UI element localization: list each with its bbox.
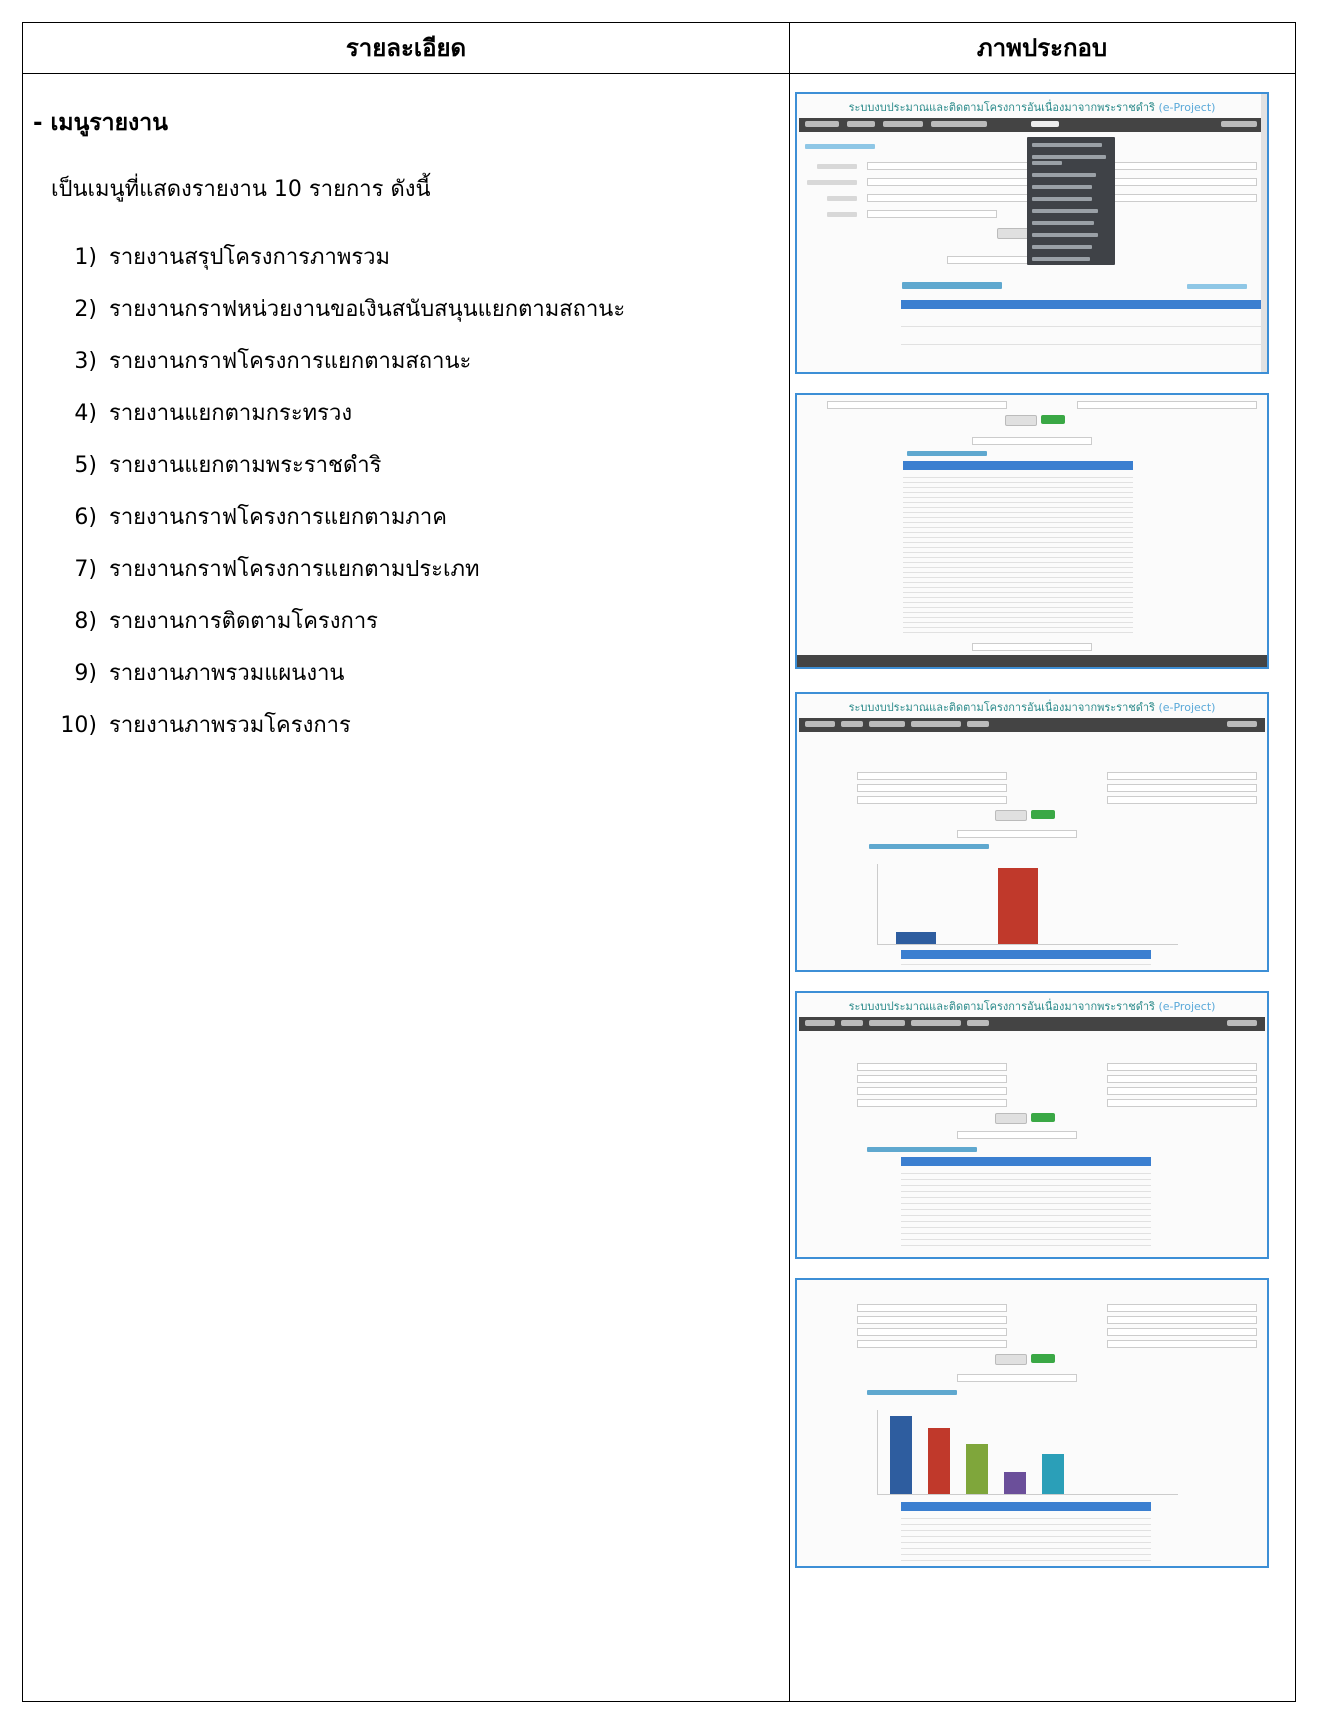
app-title-text: ระบบงบประมาณและติดตามโครงการอันเนื่องมาจ… bbox=[848, 1000, 1155, 1013]
item-label: รายงานกราฟหน่วยงานขอเงินสนับสนุนแยกตามสถ… bbox=[109, 297, 626, 322]
chart-bar bbox=[896, 932, 936, 944]
table-row bbox=[901, 1205, 1151, 1210]
app-title-suffix: (e-Project) bbox=[1158, 1000, 1216, 1013]
item-number: 7) bbox=[74, 557, 97, 582]
intro-text: เป็นเมนูที่แสดงรายงาน 10 รายการ ดังนี้ bbox=[51, 177, 431, 202]
table-row bbox=[901, 1211, 1151, 1216]
item-number: 4) bbox=[74, 401, 97, 426]
item-label: รายงานภาพรวมแผนงาน bbox=[109, 661, 345, 686]
chart-bar bbox=[998, 868, 1038, 944]
table-row bbox=[901, 1169, 1151, 1174]
table-row bbox=[901, 1526, 1151, 1531]
section-title: - เมนูรายงาน bbox=[33, 110, 168, 136]
list-item: 9) รายงานภาพรวมแผนงาน bbox=[33, 648, 773, 700]
table-row bbox=[901, 1514, 1151, 1519]
table-row bbox=[901, 1217, 1151, 1222]
item-number: 10) bbox=[60, 713, 97, 738]
table-row bbox=[901, 1556, 1151, 1561]
screenshot-ministry-report: ระบบงบประมาณและติดตามโครงการอันเนื่องมาจ… bbox=[795, 991, 1269, 1259]
list-item: 6) รายงานกราฟโครงการแยกตามภาค bbox=[33, 492, 773, 544]
screenshot-report-menu: ระบบงบประมาณและติดตามโครงการอันเนื่องมาจ… bbox=[795, 92, 1269, 374]
table-row bbox=[901, 1235, 1151, 1240]
item-number: 3) bbox=[74, 349, 97, 374]
item-number: 6) bbox=[74, 505, 97, 530]
item-label: รายงานกราฟโครงการแยกตามภาค bbox=[109, 505, 447, 530]
table-row bbox=[903, 628, 1133, 633]
list-item: 1) รายงานสรุปโครงการภาพรวม bbox=[33, 232, 773, 284]
list-item: 4) รายงานแยกตามกระทรวง bbox=[33, 388, 773, 440]
table-row bbox=[901, 1187, 1151, 1192]
list-item: 5) รายงานแยกตามพระราชดำริ bbox=[33, 440, 773, 492]
list-item: 8) รายงานการติดตามโครงการ bbox=[33, 596, 773, 648]
app-title-suffix: (e-Project) bbox=[1158, 701, 1216, 714]
header-divider bbox=[23, 73, 1295, 74]
screenshot-status-chart: ระบบงบประมาณและติดตามโครงการอันเนื่องมาจ… bbox=[795, 692, 1269, 972]
item-label: รายงานการติดตามโครงการ bbox=[109, 609, 378, 634]
item-label: รายงานแยกตามพระราชดำริ bbox=[109, 453, 382, 478]
report-dropdown-menu bbox=[1027, 137, 1115, 265]
screenshot-navbar bbox=[799, 1017, 1265, 1031]
chart-bar bbox=[928, 1428, 950, 1494]
item-number: 8) bbox=[74, 609, 97, 634]
item-number: 9) bbox=[74, 661, 97, 686]
table-row bbox=[901, 1532, 1151, 1537]
table-row bbox=[901, 1520, 1151, 1525]
chart-bar bbox=[966, 1444, 988, 1494]
screenshot-app-title: ระบบงบประมาณและติดตามโครงการอันเนื่องมาจ… bbox=[797, 94, 1267, 118]
list-item: 10) รายงานภาพรวมโครงการ bbox=[33, 700, 773, 752]
column-divider bbox=[789, 23, 790, 1701]
screenshot-region-chart bbox=[795, 1278, 1269, 1568]
app-title-text: ระบบงบประมาณและติดตามโครงการอันเนื่องมาจ… bbox=[848, 101, 1155, 114]
item-number: 2) bbox=[74, 297, 97, 322]
item-label: รายงานกราฟโครงการแยกตามสถานะ bbox=[109, 349, 472, 374]
table-row bbox=[901, 1199, 1151, 1204]
item-label: รายงานกราฟโครงการแยกตามประเภท bbox=[109, 557, 480, 582]
table-row bbox=[901, 1538, 1151, 1543]
item-number: 5) bbox=[74, 453, 97, 478]
item-label: รายงานภาพรวมโครงการ bbox=[109, 713, 351, 738]
screenshot-summary-report bbox=[795, 393, 1269, 669]
screenshot-app-title: ระบบงบประมาณและติดตามโครงการอันเนื่องมาจ… bbox=[797, 993, 1267, 1017]
table-row bbox=[901, 1193, 1151, 1198]
table-row bbox=[901, 1550, 1151, 1555]
item-number: 1) bbox=[74, 245, 97, 270]
screenshot-navbar bbox=[799, 118, 1265, 132]
table-row bbox=[901, 1544, 1151, 1549]
report-menu-list: 1) รายงานสรุปโครงการภาพรวม 2) รายงานกราฟหน… bbox=[33, 232, 773, 752]
item-label: รายงานแยกตามกระทรวง bbox=[109, 401, 353, 426]
table-row bbox=[901, 1181, 1151, 1186]
app-title-suffix: (e-Project) bbox=[1158, 101, 1216, 114]
app-title-text: ระบบงบประมาณและติดตามโครงการอันเนื่องมาจ… bbox=[848, 701, 1155, 714]
chart-bar bbox=[1004, 1472, 1026, 1494]
chart-bar bbox=[1042, 1454, 1064, 1494]
list-item: 2) รายงานกราฟหน่วยงานขอเงินสนับสนุนแยกตาม… bbox=[33, 284, 773, 336]
list-item: 3) รายงานกราฟโครงการแยกตามสถานะ bbox=[33, 336, 773, 388]
header-details: รายละเอียด bbox=[345, 34, 467, 62]
details-cell: - เมนูรายงาน เป็นเมนูที่แสดงรายงาน 10 รา… bbox=[33, 105, 773, 752]
table-row bbox=[901, 1223, 1151, 1228]
chart-bar bbox=[890, 1416, 912, 1494]
screenshot-navbar bbox=[799, 718, 1265, 732]
item-label: รายงานสรุปโครงการภาพรวม bbox=[109, 245, 391, 270]
table-row bbox=[901, 1175, 1151, 1180]
table-row bbox=[901, 1229, 1151, 1234]
table-row bbox=[901, 1241, 1151, 1246]
list-item: 7) รายงานกราฟโครงการแยกตามประเภท bbox=[33, 544, 773, 596]
screenshot-app-title: ระบบงบประมาณและติดตามโครงการอันเนื่องมาจ… bbox=[797, 694, 1267, 718]
header-illustration: ภาพประกอบ bbox=[976, 34, 1108, 62]
